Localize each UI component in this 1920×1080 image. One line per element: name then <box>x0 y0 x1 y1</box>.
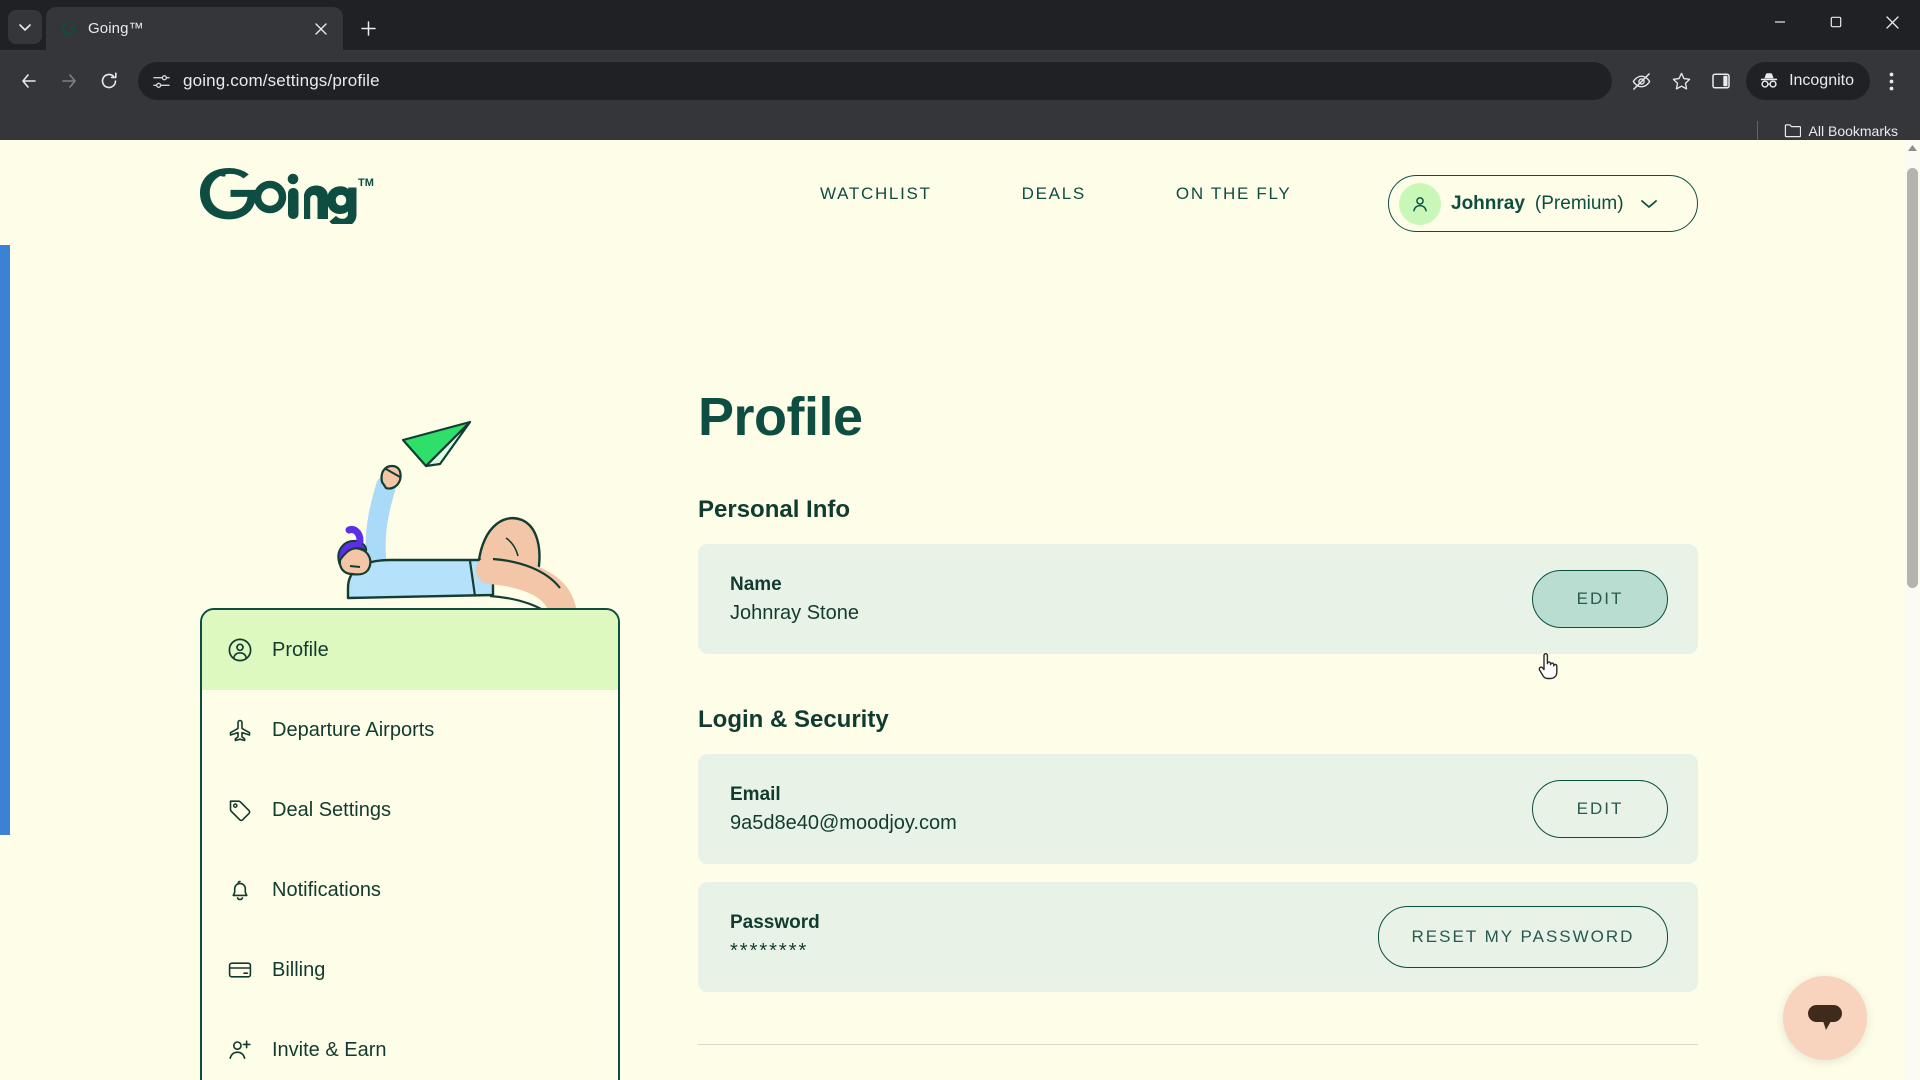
primary-nav: WATCHLIST DEALS ON THE FLY <box>820 184 1291 204</box>
new-tab-button[interactable] <box>351 11 385 45</box>
forward-icon[interactable] <box>50 62 88 100</box>
edit-email-button[interactable]: EDIT <box>1532 780 1668 838</box>
address-bar[interactable]: going.com/settings/profile <box>138 62 1613 100</box>
back-icon[interactable] <box>10 62 48 100</box>
maximize-icon[interactable] <box>1808 0 1864 44</box>
tab-search-button[interactable] <box>8 10 42 44</box>
airplane-icon <box>226 716 254 744</box>
eye-off-icon[interactable] <box>1622 62 1660 100</box>
page-title: Profile <box>698 387 863 447</box>
window-controls <box>1752 0 1920 50</box>
speech-bubble-icon <box>1805 1001 1845 1035</box>
credit-card-icon <box>226 956 254 984</box>
user-circle-icon <box>226 636 254 664</box>
svg-text:TM: TM <box>358 177 374 189</box>
nav-item-deals[interactable]: DEALS <box>1022 184 1086 204</box>
browser-window: Going™ going.com/settings/profile Incogn… <box>0 0 1920 1080</box>
user-menu-button[interactable]: Johnray (Premium) <box>1388 175 1698 232</box>
avatar <box>1399 182 1441 225</box>
tab-title: Going™ <box>88 20 144 37</box>
close-icon[interactable] <box>309 17 333 41</box>
nav-item-watchlist[interactable]: WATCHLIST <box>820 184 932 204</box>
all-bookmarks-button[interactable]: All Bookmarks <box>1776 119 1906 143</box>
page-scrollbar[interactable] <box>1905 140 1920 1080</box>
tag-icon <box>226 796 254 824</box>
minimize-icon[interactable] <box>1752 0 1808 44</box>
section-heading-login-security: Login & Security <box>698 706 889 733</box>
section-heading-personal-info: Personal Info <box>698 496 851 523</box>
tab-strip: Going™ <box>0 0 1920 50</box>
going-logo[interactable]: TM <box>200 168 375 229</box>
sidebar-item-label: Notifications <box>272 878 381 901</box>
field-label: Email <box>730 783 781 805</box>
bell-icon <box>226 876 254 904</box>
reset-password-button[interactable]: RESET MY PASSWORD <box>1378 906 1668 968</box>
field-value: Johnray Stone <box>730 601 859 624</box>
all-bookmarks-label: All Bookmarks <box>1808 122 1898 139</box>
chevron-down-icon <box>1640 198 1658 210</box>
three-dot-menu-icon[interactable] <box>1872 62 1910 100</box>
scrollbar-thumb[interactable] <box>1907 168 1918 588</box>
left-edge-accent-strip <box>0 245 10 835</box>
incognito-indicator[interactable]: Incognito <box>1746 62 1870 100</box>
profile-card-password: Password ******** RESET MY PASSWORD <box>698 882 1698 992</box>
side-panel-icon[interactable] <box>1702 62 1740 100</box>
sidebar-item-invite-and-earn[interactable]: Invite & Earn <box>202 1010 618 1080</box>
field-value: 9a5d8e40@moodjoy.com <box>730 811 957 834</box>
chat-support-button[interactable] <box>1783 976 1867 1060</box>
incognito-label: Incognito <box>1789 72 1854 89</box>
browser-tab[interactable]: Going™ <box>46 7 343 50</box>
page-viewport: TM WATCHLIST DEALS ON THE FLY Johnray (P… <box>0 140 1920 1080</box>
bookmarks-divider <box>1756 120 1758 141</box>
sidebar-item-notifications[interactable]: Notifications <box>202 850 618 930</box>
incognito-hat-icon <box>1758 71 1780 91</box>
star-icon[interactable] <box>1662 62 1700 100</box>
profile-card-name: Name Johnray Stone EDIT <box>698 544 1698 654</box>
folder-icon <box>1784 123 1801 138</box>
sidebar-item-label: Invite & Earn <box>272 1038 387 1061</box>
sidebar-item-label: Departure Airports <box>272 718 435 741</box>
person-add-icon <box>226 1036 254 1064</box>
mouse-cursor <box>1536 652 1560 682</box>
sidebar-item-label: Profile <box>272 638 329 661</box>
edit-name-button[interactable]: EDIT <box>1532 570 1668 628</box>
sidebar-item-profile[interactable]: Profile <box>202 610 618 690</box>
nav-item-on-the-fly[interactable]: ON THE FLY <box>1176 184 1292 204</box>
settings-sidebar: Profile Departure Airports Deal Settings… <box>200 608 620 1080</box>
section-divider <box>698 1044 1698 1045</box>
close-window-icon[interactable] <box>1864 0 1920 44</box>
sidebar-item-label: Billing <box>272 958 326 981</box>
field-label: Password <box>730 911 820 933</box>
field-value: ******** <box>730 939 809 962</box>
sidebar-item-departure-airports[interactable]: Departure Airports <box>202 690 618 770</box>
sidebar-item-label: Deal Settings <box>272 798 391 821</box>
main-content: Profile Personal Info Name Johnray Stone… <box>698 390 1698 1080</box>
scroll-up-arrow-icon[interactable] <box>1905 140 1920 156</box>
user-tier: (Premium) <box>1534 192 1624 214</box>
field-label: Name <box>730 573 782 595</box>
address-bar-url: going.com/settings/profile <box>183 71 380 90</box>
sidebar-item-deal-settings[interactable]: Deal Settings <box>202 770 618 850</box>
reload-icon[interactable] <box>90 62 128 100</box>
going-settings-page: TM WATCHLIST DEALS ON THE FLY Johnray (P… <box>0 140 1905 1080</box>
user-name: Johnray <box>1451 192 1525 214</box>
profile-card-email: Email 9a5d8e40@moodjoy.com EDIT <box>698 754 1698 864</box>
browser-toolbar: going.com/settings/profile Incognito <box>0 50 1920 112</box>
sidebar-item-billing[interactable]: Billing <box>202 930 618 1010</box>
tune-icon[interactable] <box>152 72 171 91</box>
going-logo-favicon <box>60 20 78 38</box>
